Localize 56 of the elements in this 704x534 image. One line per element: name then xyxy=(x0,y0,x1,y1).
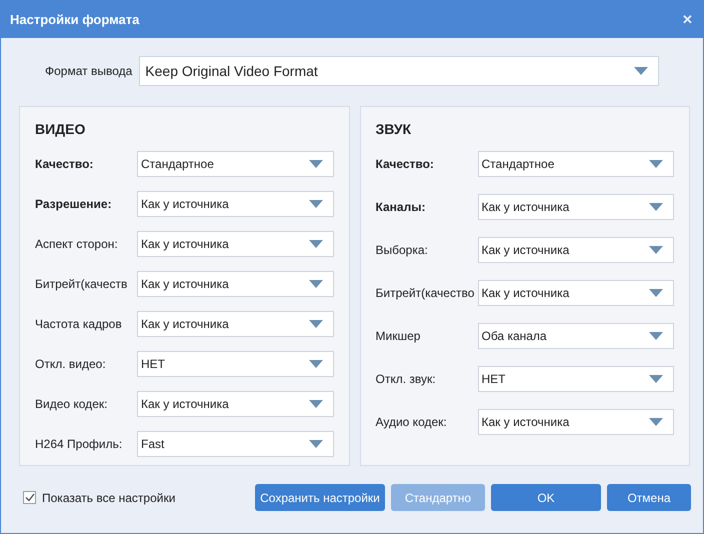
dropdown-arrow-icon xyxy=(308,160,322,168)
field-label: Качество: xyxy=(35,157,94,171)
dropdown-arrow-icon xyxy=(308,200,322,208)
field-label: Формат вывода xyxy=(45,64,132,78)
field-label: Аудио кодек: xyxy=(376,415,448,429)
dropdown[interactable]: НЕТ xyxy=(478,366,674,392)
dropdown[interactable]: Как у источника xyxy=(478,194,674,220)
dropdown[interactable]: Как у источника xyxy=(137,191,334,217)
dropdown[interactable]: Стандартное xyxy=(137,151,334,177)
field-label: Выборка: xyxy=(376,243,429,257)
field-label: Битрейт(качество xyxy=(376,286,476,300)
field-label: Разрешение: xyxy=(35,197,113,211)
dropdown-arrow-icon xyxy=(308,320,322,328)
dialog-button[interactable]: OK xyxy=(491,484,601,511)
dropdown-arrow-icon xyxy=(308,360,322,368)
dropdown-arrow-icon xyxy=(649,418,663,426)
dropdown[interactable]: Как у источника xyxy=(478,409,674,435)
field-label: Откл. видео: xyxy=(35,357,107,371)
dropdown-arrow-icon xyxy=(308,440,322,448)
field-label: H264 Профиль: xyxy=(35,437,124,451)
dropdown-arrow-icon xyxy=(308,240,322,248)
section-title: ЗВУК xyxy=(376,121,412,137)
dropdown[interactable]: Keep Original Video Format xyxy=(139,56,659,86)
dropdown[interactable]: Fast xyxy=(137,431,334,457)
checkbox[interactable] xyxy=(23,491,36,504)
dropdown-arrow-icon xyxy=(649,375,663,383)
dropdown[interactable]: НЕТ xyxy=(137,351,334,377)
dropdown-arrow-icon xyxy=(649,160,663,168)
dropdown[interactable]: Как у источника xyxy=(137,271,334,297)
dropdown-arrow-icon xyxy=(308,280,322,288)
field-label: Каналы: xyxy=(376,200,426,214)
dropdown[interactable]: Стандартное xyxy=(478,151,674,177)
dropdown-arrow-icon xyxy=(649,246,663,254)
dropdown[interactable]: Как у источника xyxy=(137,391,334,417)
dialog-button[interactable]: Отмена xyxy=(607,484,691,511)
dialog-button[interactable]: Сохранить настройки xyxy=(255,484,385,511)
dropdown-arrow-icon xyxy=(634,67,648,75)
field-label: Битрейт(качеств xyxy=(35,277,128,291)
field-label: Качество: xyxy=(376,157,435,171)
field-label: Микшер xyxy=(376,329,422,343)
field-label: Видео кодек: xyxy=(35,397,108,411)
checkbox-label: Показать все настройки xyxy=(42,490,176,504)
field-label: Аспект сторон: xyxy=(35,237,119,251)
window-title: Настройки формата xyxy=(10,12,140,26)
dropdown-arrow-icon xyxy=(649,203,663,211)
dropdown[interactable]: Как у источника xyxy=(478,280,674,306)
dropdown[interactable]: Как у источника xyxy=(137,311,334,337)
dropdown-arrow-icon xyxy=(308,400,322,408)
dropdown[interactable]: Как у источника xyxy=(478,237,674,263)
dropdown[interactable]: Оба канала xyxy=(478,323,674,349)
field-label: Откл. звук: xyxy=(376,372,437,386)
dropdown-arrow-icon xyxy=(649,332,663,340)
dropdown-arrow-icon xyxy=(649,289,663,297)
dropdown[interactable]: Как у источника xyxy=(137,231,334,257)
section-title: ВИДЕО xyxy=(35,121,86,137)
field-label: Частота кадров xyxy=(35,317,123,331)
